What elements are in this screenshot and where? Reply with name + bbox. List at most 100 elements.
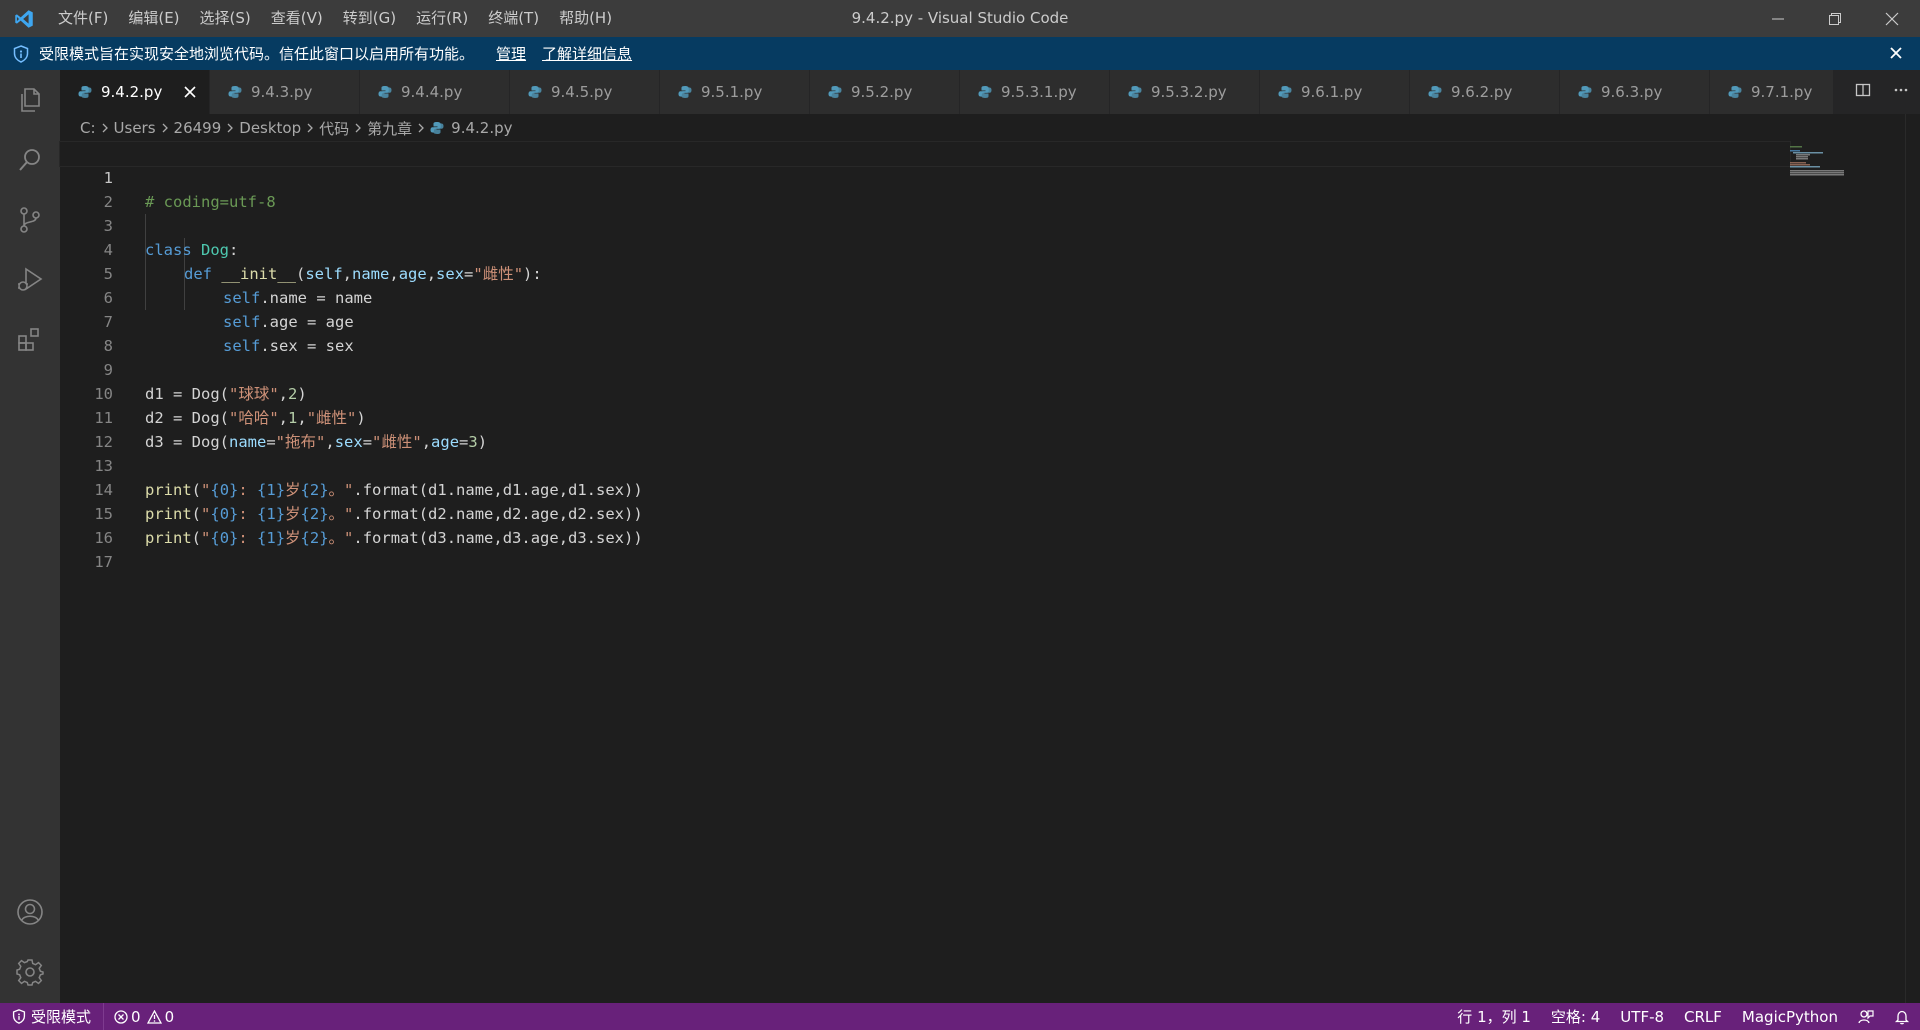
menu-selection[interactable]: 选择(S) xyxy=(190,0,261,37)
tab-9-7-1[interactable]: 9.7.1.py xyxy=(1710,70,1834,114)
code-line: 10 d2 = Dog("哈哈",1,"雌性") xyxy=(60,358,1790,427)
tab-label: 9.6.1.py xyxy=(1301,83,1363,101)
minimap[interactable] xyxy=(1790,146,1846,176)
more-actions-button[interactable] xyxy=(1893,82,1909,102)
breadcrumb-item[interactable]: 26499 xyxy=(174,119,222,137)
menu-terminal[interactable]: 终端(T) xyxy=(478,0,549,37)
python-file-icon xyxy=(378,85,392,99)
tab-9-4-2[interactable]: 9.4.2.py xyxy=(60,70,210,114)
window-controls xyxy=(1749,0,1920,37)
tab-9-5-3-1[interactable]: 9.5.3.1.py xyxy=(960,70,1110,114)
python-file-icon xyxy=(228,85,242,99)
minimize-button[interactable] xyxy=(1749,0,1806,37)
error-icon xyxy=(114,1009,128,1024)
code-line: 1 # coding=utf-8 xyxy=(59,141,1791,211)
end-of-line[interactable]: CRLF xyxy=(1674,1003,1732,1030)
feedback-button[interactable] xyxy=(1848,1003,1884,1030)
restore-icon xyxy=(1828,12,1841,25)
code-editor[interactable]: 1 # coding=utf-8 2 3 class Dog: 4 def __… xyxy=(59,141,1900,1003)
tab-9-4-3[interactable]: 9.4.3.py xyxy=(210,70,360,114)
code-line: 2 xyxy=(60,166,1790,211)
code-line: 16 xyxy=(60,502,1790,547)
editor-tabs: 9.4.2.py 9.4.3.py 9.4.4.py 9.4.5.py 9.5.… xyxy=(60,70,1920,114)
python-file-icon xyxy=(78,85,92,99)
editor-actions xyxy=(1844,70,1920,114)
close-icon xyxy=(184,86,196,98)
menu-bar: 文件(F) 编辑(E) 选择(S) 查看(V) 转到(G) 运行(R) 终端(T… xyxy=(48,0,622,37)
menu-go[interactable]: 转到(G) xyxy=(333,0,406,37)
restore-button[interactable] xyxy=(1806,0,1863,37)
banner-close-button[interactable] xyxy=(1886,43,1906,63)
tab-9-5-1[interactable]: 9.5.1.py xyxy=(660,70,810,114)
code-line: 17 xyxy=(60,526,1790,571)
menu-edit[interactable]: 编辑(E) xyxy=(118,0,189,37)
accounts-button[interactable] xyxy=(0,882,60,942)
run-debug-button[interactable] xyxy=(0,250,60,310)
tab-label: 9.5.3.1.py xyxy=(1001,83,1077,101)
source-control-button[interactable] xyxy=(0,190,60,250)
code-line: 4 def __init__(self,name,age,sex="雌性"): xyxy=(60,214,1790,283)
cursor-position[interactable]: 行 1，列 1 xyxy=(1447,1003,1541,1030)
extensions-button[interactable] xyxy=(0,310,60,370)
banner-learn-more-link[interactable]: 了解详细信息 xyxy=(542,43,632,64)
notifications-button[interactable] xyxy=(1884,1003,1920,1030)
manage-button[interactable] xyxy=(0,942,60,1002)
search-button[interactable] xyxy=(0,130,60,190)
files-icon xyxy=(21,88,40,112)
tab-9-5-2[interactable]: 9.5.2.py xyxy=(810,70,960,114)
banner-manage-link[interactable]: 管理 xyxy=(496,43,526,64)
status-bar-right: 行 1，列 1 空格: 4 UTF-8 CRLF MagicPython xyxy=(1447,1003,1920,1030)
breadcrumb-item[interactable]: Desktop xyxy=(239,119,301,137)
split-editor-icon xyxy=(1855,83,1871,97)
python-file-icon xyxy=(430,121,444,135)
warning-icon xyxy=(146,1009,162,1024)
encoding[interactable]: UTF-8 xyxy=(1610,1003,1674,1030)
python-file-icon xyxy=(978,85,992,99)
python-file-icon xyxy=(1578,85,1592,99)
indentation[interactable]: 空格: 4 xyxy=(1541,1003,1610,1030)
tab-9-6-1[interactable]: 9.6.1.py xyxy=(1260,70,1410,114)
problems-indicator[interactable]: 0 0 xyxy=(104,1003,184,1030)
tab-9-4-4[interactable]: 9.4.4.py xyxy=(360,70,510,114)
menu-run[interactable]: 运行(R) xyxy=(406,0,478,37)
breadcrumb-item[interactable]: 代码 xyxy=(319,118,349,139)
code-line: 3 class Dog: xyxy=(60,190,1790,259)
restricted-mode-banner: 受限模式旨在实现安全地浏览代码。信任此窗口以启用所有功能。 管理 了解详细信息 xyxy=(0,37,1920,70)
code-line: 11 d3 = Dog(name="拖布",sex="雌性",age=3) xyxy=(60,382,1790,451)
tab-9-5-3-2[interactable]: 9.5.3.2.py xyxy=(1110,70,1260,114)
chevron-right-icon xyxy=(353,122,363,134)
close-window-button[interactable] xyxy=(1863,0,1920,37)
tab-close-button[interactable] xyxy=(181,83,199,101)
menu-file[interactable]: 文件(F) xyxy=(48,0,118,37)
error-count: 0 xyxy=(131,1007,141,1026)
code-line: 12 xyxy=(60,406,1790,451)
menu-help[interactable]: 帮助(H) xyxy=(549,0,622,37)
tab-9-4-5[interactable]: 9.4.5.py xyxy=(510,70,660,114)
tab-label: 9.5.1.py xyxy=(701,83,763,101)
gear-icon xyxy=(16,959,44,986)
breadcrumb: C: Users 26499 Desktop 代码 第九章 9.4.2.py xyxy=(60,114,1840,142)
source-control-icon xyxy=(20,207,40,233)
explorer-button[interactable] xyxy=(0,70,60,130)
breadcrumb-item[interactable]: C: xyxy=(80,119,96,137)
warning-count: 0 xyxy=(164,1007,175,1026)
python-file-icon xyxy=(828,85,842,99)
python-file-icon xyxy=(1728,85,1742,99)
restricted-mode-indicator[interactable]: 受限模式 xyxy=(0,1003,105,1030)
language-mode[interactable]: MagicPython xyxy=(1732,1003,1848,1030)
ellipsis-icon xyxy=(1894,88,1908,92)
breadcrumb-item[interactable]: 第九章 xyxy=(367,118,412,139)
chevron-right-icon xyxy=(100,122,110,134)
breadcrumb-item[interactable]: Users xyxy=(114,119,156,137)
code-line: 9 d1 = Dog("球球",2) xyxy=(60,334,1790,403)
breadcrumb-item[interactable]: 9.4.2.py xyxy=(451,119,512,137)
feedback-icon xyxy=(1858,1009,1874,1023)
tab-9-6-2[interactable]: 9.6.2.py xyxy=(1410,70,1560,114)
code-line: 7 self.sex = sex xyxy=(60,286,1790,355)
split-editor-button[interactable] xyxy=(1855,82,1871,102)
tab-9-6-3[interactable]: 9.6.3.py xyxy=(1560,70,1710,114)
vertical-scrollbar[interactable] xyxy=(1905,114,1920,1003)
code-line: 6 self.age = age xyxy=(60,262,1790,331)
menu-view[interactable]: 查看(V) xyxy=(261,0,333,37)
code-line: 14 print("{0}: {1}岁{2}。".format(d2.name,… xyxy=(60,454,1790,523)
